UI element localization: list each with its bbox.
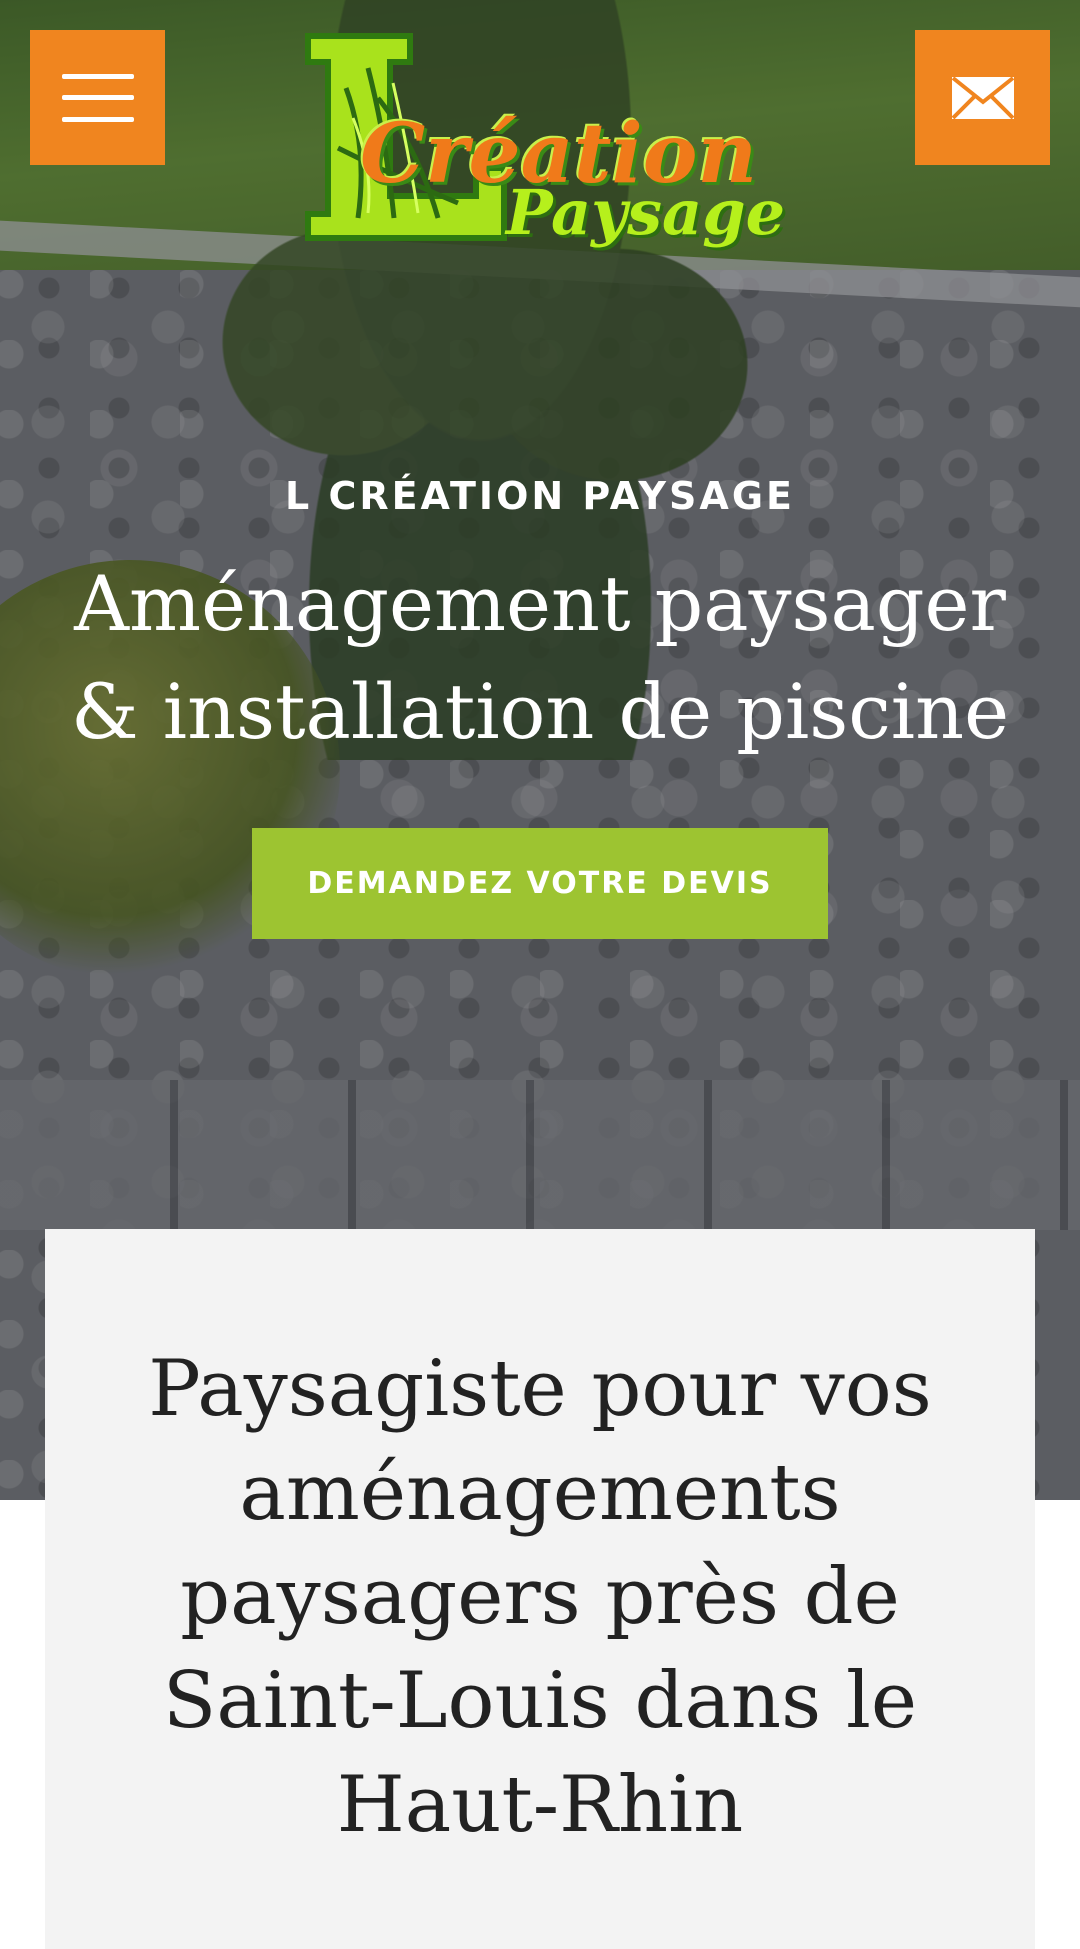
intro-title: Paysagiste pour vos aménagements paysage… <box>148 1344 932 1850</box>
hero-eyebrow: L CRÉATION PAYSAGE <box>285 474 795 518</box>
request-quote-button[interactable]: DEMANDEZ VOTRE DEVIS <box>252 828 828 939</box>
hamburger-menu-icon <box>61 73 134 122</box>
menu-button[interactable] <box>30 30 165 165</box>
logo-text-paysage: Paysage <box>506 176 786 249</box>
site-logo[interactable]: Création Paysage <box>298 28 786 253</box>
intro-card: Paysagiste pour vos aménagements paysage… <box>45 1229 1035 1949</box>
envelope-icon <box>951 75 1014 119</box>
contact-mail-button[interactable] <box>915 30 1050 165</box>
hero-title: Aménagement paysager & installation de p… <box>70 559 1010 756</box>
